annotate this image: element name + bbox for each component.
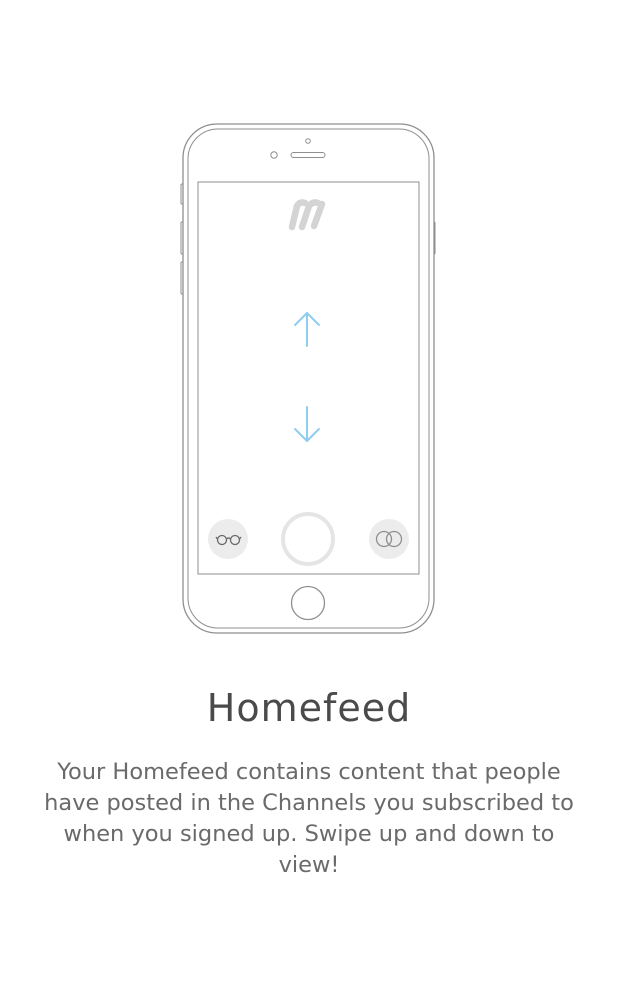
phone-illustration — [180, 123, 436, 634]
overlapping-circles-button — [369, 519, 409, 559]
page-title: Homefeed — [206, 686, 412, 730]
onboarding-description: Your Homefeed contains content that peop… — [44, 759, 574, 878]
home-button-icon — [290, 585, 326, 621]
glasses-button — [208, 519, 248, 559]
